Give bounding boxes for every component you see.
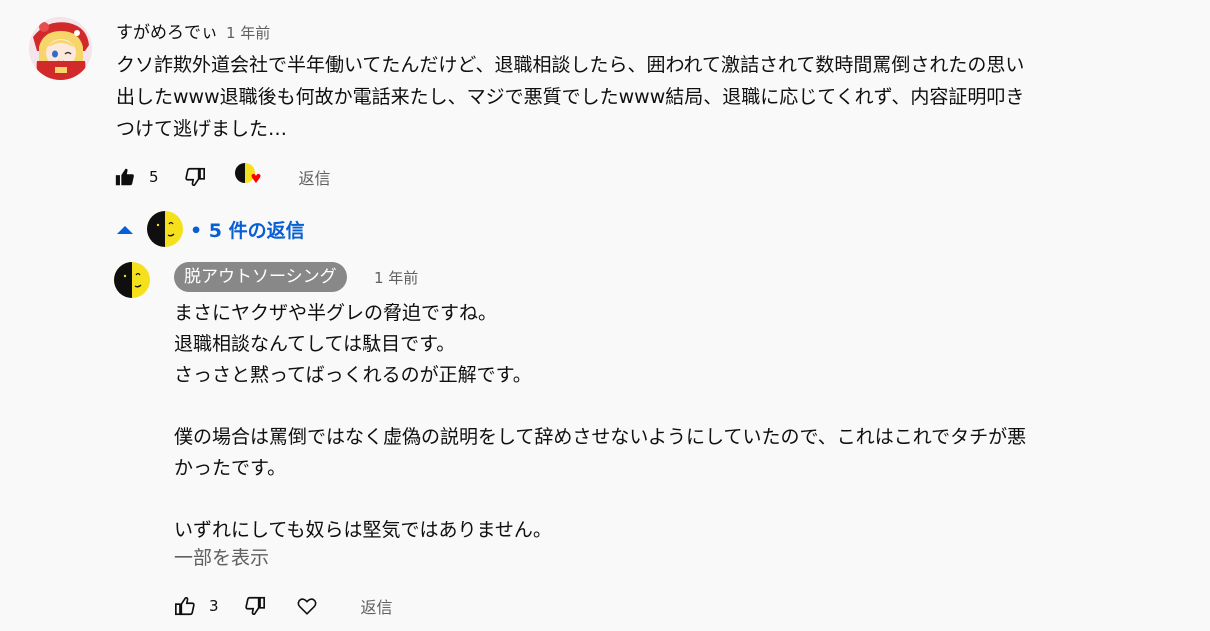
replier-avatar-icon (146, 210, 184, 248)
show-less-button[interactable]: 一部を表示 (174, 543, 269, 570)
creator-heart-icon[interactable] (233, 162, 263, 192)
thumb-down-icon[interactable] (243, 594, 267, 618)
comment-timestamp[interactable]: 1 年前 (226, 24, 270, 42)
reply-like-count: 3 (209, 597, 219, 615)
heart-outline-icon[interactable] (295, 594, 319, 618)
anime-avatar-icon (29, 17, 92, 80)
commenter-avatar[interactable] (29, 17, 92, 80)
chevron-up-icon (113, 217, 137, 241)
thumb-up-outline-icon[interactable] (173, 594, 197, 618)
replies-count-label: • 5 件の返信 (190, 219, 305, 242)
reply-action-bar: 3 返信 (173, 594, 393, 618)
reply-text: まさにヤクザや半グレの脅迫ですね。 退職相談なんてしては駄目です。 さっさと黙っ… (174, 302, 1027, 541)
reply-author-avatar[interactable] (113, 261, 151, 299)
comment-text: クソ詐欺外道会社で半年働いてたんだけど、退職相談したら、囲われて激詰されて数時間… (116, 54, 1025, 140)
thumb-down-icon[interactable] (183, 165, 207, 189)
moon-face-avatar-icon (114, 262, 150, 298)
comment-action-bar: 5 返信 (113, 162, 331, 192)
comment-author-name[interactable]: すがめろでぃ (116, 23, 218, 43)
thumb-up-filled-icon[interactable] (113, 165, 137, 189)
replies-toggle[interactable]: • 5 件の返信 (113, 210, 305, 248)
like-count: 5 (149, 168, 159, 186)
comment-header: すがめろでぃ 1 年前 (116, 18, 270, 43)
reply-button[interactable]: 返信 (361, 594, 393, 618)
reply-button[interactable]: 返信 (299, 165, 331, 189)
reply-author-badge[interactable]: 脱アウトソーシング (174, 262, 347, 292)
reply-timestamp[interactable]: 1 年前 (374, 267, 418, 288)
